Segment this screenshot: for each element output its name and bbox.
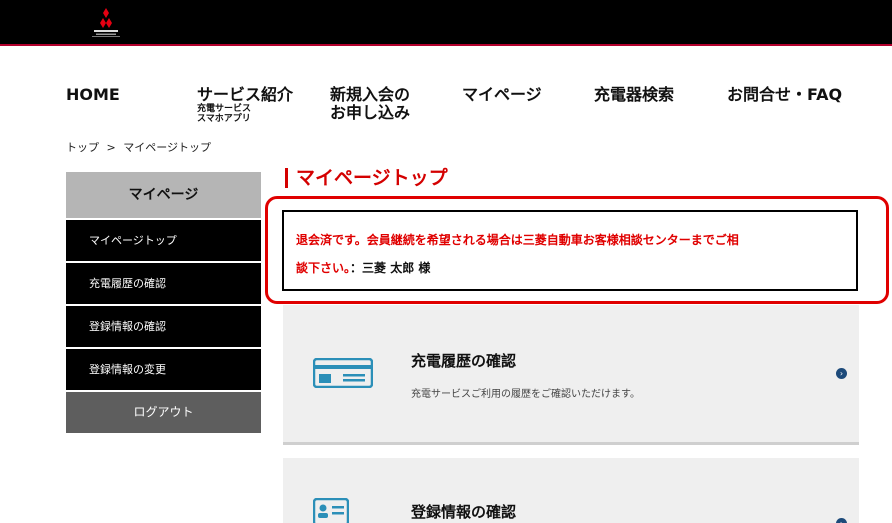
sidebar-item-charge-history[interactable]: 充電履歴の確認 — [66, 263, 261, 304]
card-charge-history[interactable]: 充電履歴の確認 充電サービスご利用の履歴をご確認いただけます。 › — [283, 305, 859, 445]
alert-message-line2: 談下さい。 — [296, 261, 351, 275]
nav-service[interactable]: サービス紹介 充電サービス スマホアプリ — [197, 86, 293, 124]
nav-join[interactable]: 新規入会の お申し込み — [330, 86, 410, 122]
alert-user-name: ：三菱 太郎 様 — [350, 261, 431, 275]
card-title: 登録情報の確認 — [411, 503, 517, 521]
nav-join-line2: お申し込み — [330, 103, 411, 122]
logout-button[interactable]: ログアウト — [66, 392, 261, 433]
nav-contact-label: お問合せ・FAQ — [727, 85, 843, 104]
breadcrumb-separator: > — [106, 141, 116, 154]
nav-contact-faq[interactable]: お問合せ・FAQ — [727, 86, 842, 104]
chevron-right-icon: › — [836, 518, 847, 523]
nav-home-label: HOME — [66, 85, 120, 104]
breadcrumb-top[interactable]: トップ — [66, 141, 99, 154]
card-registration-info[interactable]: 登録情報の確認 › — [283, 458, 859, 523]
id-card-icon — [312, 497, 350, 523]
nav-service-sub-app: スマホアプリ — [197, 114, 251, 124]
nav-service-sub-charge: 充電サービス — [197, 104, 252, 114]
top-bar — [0, 0, 892, 46]
nav-mypage-label: マイページ — [462, 85, 542, 104]
sidebar: マイページ マイページトップ 充電履歴の確認 登録情報の確認 登録情報の変更 ロ… — [66, 172, 261, 433]
nav-charger-search[interactable]: 充電器検索 — [594, 86, 674, 104]
page-title: マイページトップ — [285, 168, 448, 188]
nav-service-label: サービス紹介 — [197, 85, 294, 104]
main-nav: HOME サービス紹介 充電サービス スマホアプリ 新規入会の お申し込み マイ… — [0, 86, 892, 126]
chevron-right-icon: › — [836, 368, 847, 379]
sidebar-item-registration-edit[interactable]: 登録情報の変更 — [66, 349, 261, 390]
nav-mypage[interactable]: マイページ — [462, 86, 542, 104]
breadcrumb-current: マイページトップ — [123, 141, 211, 154]
alert-highlight: 退会済です。会員継続を希望される場合は三菱自動車お客様相談センターまでご相 談下… — [265, 196, 889, 304]
nav-charger-label: 充電器検索 — [594, 85, 675, 104]
sidebar-heading: マイページ — [66, 172, 261, 218]
card-title: 充電履歴の確認 — [411, 352, 517, 370]
sidebar-item-mypage-top[interactable]: マイページトップ — [66, 220, 261, 261]
card-icon — [312, 357, 374, 392]
breadcrumb: トップ > マイページトップ — [66, 139, 211, 155]
nav-home[interactable]: HOME — [66, 86, 120, 104]
alert-box: 退会済です。会員継続を希望される場合は三菱自動車お客様相談センターまでご相 談下… — [282, 210, 858, 291]
alert-message-line1: 退会済です。会員継続を希望される場合は三菱自動車お客様相談センターまでご相 — [296, 233, 739, 247]
card-description: 充電サービスご利用の履歴をご確認いただけます。 — [411, 389, 640, 400]
nav-join-line1: 新規入会の — [330, 85, 411, 104]
sidebar-item-registration-view[interactable]: 登録情報の確認 — [66, 306, 261, 347]
mitsubishi-logo-icon[interactable] — [80, 6, 132, 38]
